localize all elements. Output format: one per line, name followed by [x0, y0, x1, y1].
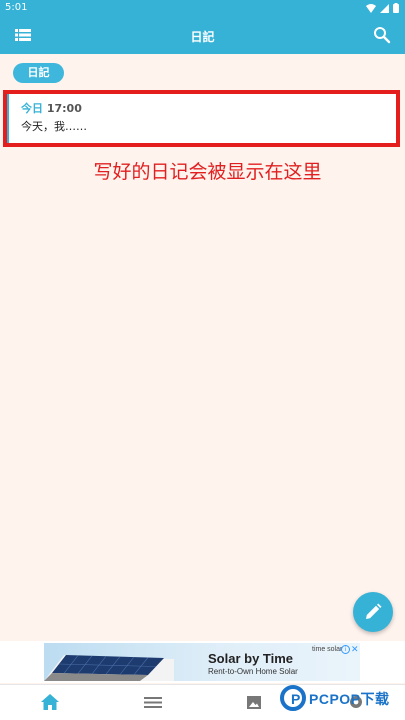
status-icons: [366, 3, 399, 16]
battery-icon: [393, 3, 399, 16]
search-icon[interactable]: [373, 26, 391, 44]
watermark-letter: P: [291, 691, 301, 707]
status-time: 5:01: [5, 2, 28, 13]
watermark-text: PCPOP下载: [309, 691, 390, 707]
entry-day: 今日: [21, 102, 43, 115]
diary-filter-chip[interactable]: 日記: [13, 63, 64, 83]
annotation-caption: 写好的日记会被显示在这里: [93, 161, 322, 183]
menu-icon[interactable]: [143, 693, 163, 711]
watermark-logo: P: [280, 685, 306, 711]
ad-info-icon[interactable]: i: [341, 645, 350, 654]
signal-icon: [380, 3, 389, 16]
ad-close-icon[interactable]: ✕: [351, 644, 359, 655]
page-title: 日記: [190, 30, 215, 44]
write-diary-button[interactable]: [353, 592, 393, 632]
solar-house-image: [44, 655, 174, 681]
ad-banner[interactable]: Solar by Time Rent-to-Own Home Solar tim…: [44, 643, 360, 681]
status-bar: 5:01: [0, 0, 405, 16]
ad-area: Solar by Time Rent-to-Own Home Solar tim…: [0, 641, 405, 683]
entry-preview: 今天，我……: [21, 120, 87, 133]
diary-entry-card[interactable]: 今日 17:00 今天，我……: [3, 90, 400, 147]
home-icon[interactable]: [40, 693, 60, 711]
entry-time: 17:00: [46, 102, 82, 115]
pencil-icon: [366, 603, 382, 619]
ad-brand: time solar: [312, 646, 343, 653]
wifi-icon: [366, 3, 376, 16]
watermark: P PCPOP下载: [280, 684, 405, 720]
entry-date: 今日 17:00: [21, 100, 82, 116]
ad-subtitle: Rent-to-Own Home Solar: [208, 667, 298, 676]
image-icon[interactable]: [244, 693, 264, 711]
app-bar: 日記: [0, 16, 405, 54]
ad-title: Solar by Time: [208, 651, 294, 666]
